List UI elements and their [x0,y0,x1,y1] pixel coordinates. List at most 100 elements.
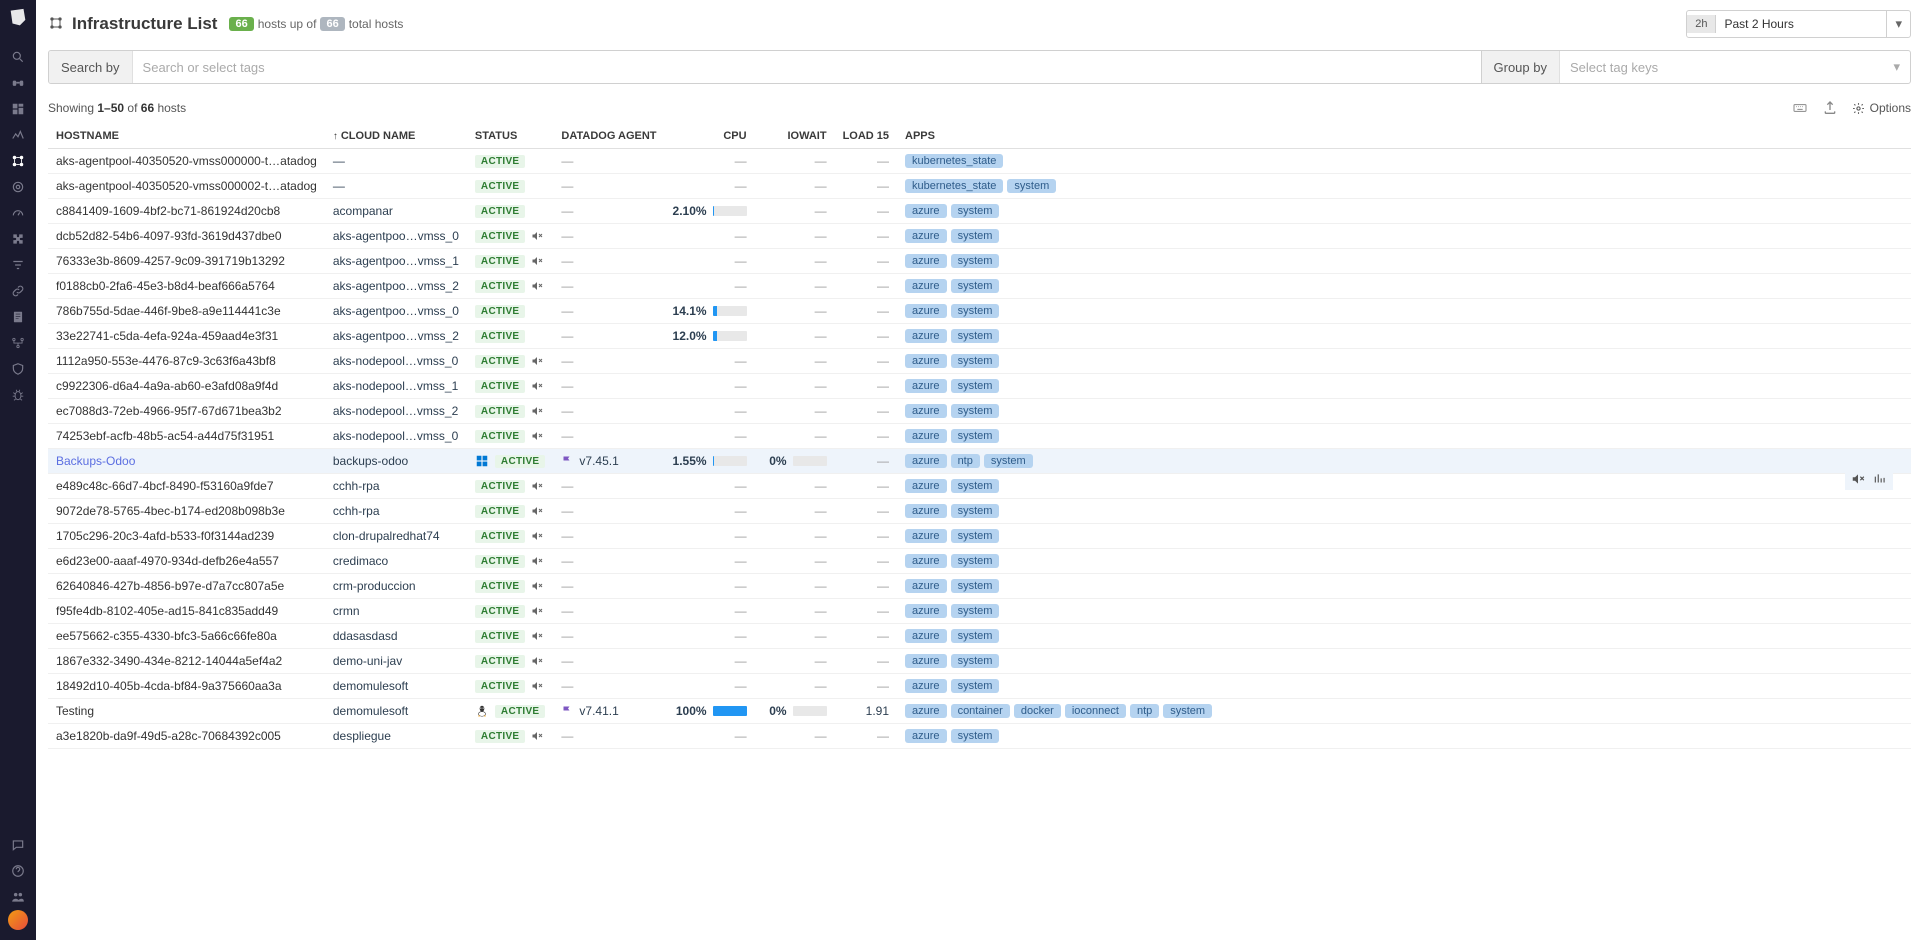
hostname-link[interactable]: 1705c296-20c3-4afd-b533-f0f3144ad239 [56,529,274,543]
app-tag[interactable]: system [951,604,1000,618]
app-tag[interactable]: azure [905,354,947,368]
target-icon[interactable] [0,174,36,200]
table-row[interactable]: 76333e3b-8609-4257-9c09-391719b13292aks-… [48,249,1911,274]
table-row[interactable]: f95fe4db-8102-405e-ad15-841c835add49crmn… [48,599,1911,624]
table-row[interactable]: Backups-Odoobackups-odooACTIVEv7.45.11.5… [48,449,1911,474]
app-tag[interactable]: system [951,629,1000,643]
hostname-link[interactable]: c9922306-d6a4-4a9a-ab60-e3afd08a9f4d [56,379,278,393]
app-tag[interactable]: azure [905,579,947,593]
export-icon[interactable] [1822,100,1838,116]
table-row[interactable]: ec7088d3-72eb-4966-95f7-67d671bea3b2aks-… [48,399,1911,424]
table-row[interactable]: aks-agentpool-40350520-vmss000000-t…atad… [48,149,1911,174]
table-row[interactable]: 9072de78-5765-4bec-b174-ed208b098b3ecchh… [48,499,1911,524]
app-tag[interactable]: system [951,229,1000,243]
table-row[interactable]: e489c48c-66d7-4bcf-8490-f53160a9fde7cchh… [48,474,1911,499]
puzzle-icon[interactable] [0,226,36,252]
app-tag[interactable]: system [951,304,1000,318]
table-row[interactable]: 786b755d-5dae-446f-9be8-a9e114441c3eaks-… [48,299,1911,324]
hostname-link[interactable]: 62640846-427b-4856-b97e-d7a7cc807a5e [56,579,284,593]
app-tag[interactable]: azure [905,529,947,543]
col-agent[interactable]: DATADOG AGENT [553,124,664,149]
hostname-link[interactable]: ec7088d3-72eb-4966-95f7-67d671bea3b2 [56,404,282,418]
app-tag[interactable]: system [951,679,1000,693]
app-tag[interactable]: container [951,704,1010,718]
table-row[interactable]: 74253ebf-acfb-48b5-ac54-a44d75f31951aks-… [48,424,1911,449]
app-tag[interactable]: ntp [1130,704,1159,718]
app-tag[interactable]: azure [905,279,947,293]
user-avatar[interactable] [8,910,28,930]
table-row[interactable]: 33e22741-c5da-4efa-924a-459aad4e3f31aks-… [48,324,1911,349]
app-tag[interactable]: azure [905,379,947,393]
team-icon[interactable] [0,884,36,910]
flow-icon[interactable] [0,330,36,356]
app-tag[interactable]: system [951,729,1000,743]
table-row[interactable]: c8841409-1609-4bf2-bc71-861924d20cb8acom… [48,199,1911,224]
table-row[interactable]: f0188cb0-2fa6-45e3-b8d4-beaf666a5764aks-… [48,274,1911,299]
shield-icon[interactable] [0,356,36,382]
app-tag[interactable]: system [951,204,1000,218]
app-tag[interactable]: docker [1014,704,1061,718]
hostname-link[interactable]: 1112a950-553e-4476-87c9-3c63f6a43bf8 [56,354,276,368]
app-tag[interactable]: ioconnect [1065,704,1126,718]
hostname-link[interactable]: ee575662-c355-4330-bfc3-5a66c66fe80a [56,629,277,643]
table-row[interactable]: dcb52d82-54b6-4097-93fd-3619d437dbe0aks-… [48,224,1911,249]
hostname-link[interactable]: f0188cb0-2fa6-45e3-b8d4-beaf666a5764 [56,279,275,293]
hostname-link[interactable]: f95fe4db-8102-405e-ad15-841c835add49 [56,604,278,618]
app-tag[interactable]: azure [905,504,947,518]
table-row[interactable]: 1705c296-20c3-4afd-b533-f0f3144ad239clon… [48,524,1911,549]
app-tag[interactable]: azure [905,254,947,268]
datadog-logo-icon[interactable] [6,6,30,30]
app-tag[interactable]: system [1163,704,1212,718]
table-row[interactable]: aks-agentpool-40350520-vmss000002-t…atad… [48,174,1911,199]
infrastructure-icon[interactable] [0,148,36,174]
hostname-link[interactable]: 786b755d-5dae-446f-9be8-a9e114441c3e [56,304,281,318]
hostname-link[interactable]: 76333e3b-8609-4257-9c09-391719b13292 [56,254,285,268]
app-tag[interactable]: azure [905,229,947,243]
app-tag[interactable]: azure [905,304,947,318]
app-tag[interactable]: azure [905,729,947,743]
app-tag[interactable]: system [951,429,1000,443]
app-tag[interactable]: azure [905,204,947,218]
app-tag[interactable]: system [951,529,1000,543]
app-tag[interactable]: system [951,504,1000,518]
hostname-link[interactable]: 1867e332-3490-434e-8212-14044a5ef4a2 [56,654,282,668]
table-row[interactable]: ee575662-c355-4330-bfc3-5a66c66fe80addas… [48,624,1911,649]
link-icon[interactable] [0,278,36,304]
hostname-link[interactable]: Backups-Odoo [56,454,135,468]
app-tag[interactable]: kubernetes_state [905,154,1003,168]
table-row[interactable]: 1867e332-3490-434e-8212-14044a5ef4a2demo… [48,649,1911,674]
search-icon[interactable] [0,44,36,70]
chat-icon[interactable] [0,832,36,858]
app-tag[interactable]: azure [905,404,947,418]
gauge-icon[interactable] [0,200,36,226]
keyboard-icon[interactable] [1792,100,1808,116]
app-tag[interactable]: azure [905,479,947,493]
col-hostname[interactable]: HOSTNAME [48,124,325,149]
hostname-link[interactable]: 74253ebf-acfb-48b5-ac54-a44d75f31951 [56,429,274,443]
col-load[interactable]: LOAD 15 [835,124,897,149]
app-tag[interactable]: azure [905,454,947,468]
hostname-link[interactable]: 33e22741-c5da-4efa-924a-459aad4e3f31 [56,329,278,343]
app-tag[interactable]: azure [905,604,947,618]
filter-icon[interactable] [0,252,36,278]
hostname-link[interactable]: c8841409-1609-4bf2-bc71-861924d20cb8 [56,204,280,218]
search-input[interactable] [133,51,1481,83]
hostname-link[interactable]: Testing [56,704,94,718]
hostname-link[interactable]: aks-agentpool-40350520-vmss000000-t…atad… [56,154,317,168]
app-tag[interactable]: system [951,404,1000,418]
app-tag[interactable]: system [1007,179,1056,193]
hostname-link[interactable]: e489c48c-66d7-4bcf-8490-f53160a9fde7 [56,479,274,493]
app-tag[interactable]: system [951,379,1000,393]
time-picker[interactable]: 2h Past 2 Hours ▾ [1686,10,1911,38]
table-row[interactable]: a3e1820b-da9f-49d5-a28c-70684392c005desp… [48,724,1911,749]
col-iowait[interactable]: IOWAIT [755,124,835,149]
col-cpu[interactable]: CPU [665,124,755,149]
hostname-link[interactable]: a3e1820b-da9f-49d5-a28c-70684392c005 [56,729,281,743]
hostname-link[interactable]: dcb52d82-54b6-4097-93fd-3619d437dbe0 [56,229,282,243]
metrics-icon[interactable] [0,122,36,148]
app-tag[interactable]: system [984,454,1033,468]
app-tag[interactable]: azure [905,654,947,668]
app-tag[interactable]: system [951,354,1000,368]
table-row[interactable]: 18492d10-405b-4cda-bf84-9a375660aa3ademo… [48,674,1911,699]
app-tag[interactable]: kubernetes_state [905,179,1003,193]
